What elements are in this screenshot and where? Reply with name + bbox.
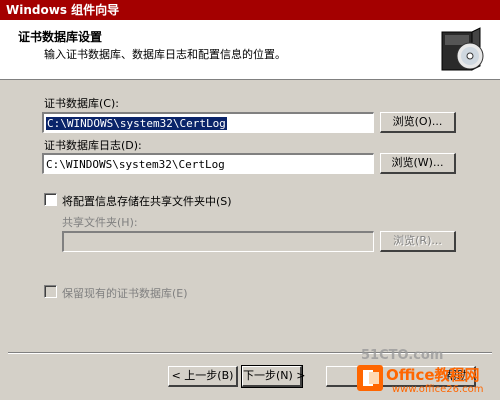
shared-folder-input[interactable] bbox=[62, 231, 374, 252]
log-path-value: C:\WINDOWS\system32\CertLog bbox=[46, 158, 225, 171]
db-path-value: C:\WINDOWS\system32\CertLog bbox=[46, 117, 227, 130]
shared-folder-label: 共享文件夹(H): bbox=[62, 216, 138, 229]
wizard-header: 证书数据库设置 输入证书数据库、数据库日志和配置信息的位置。 bbox=[0, 20, 500, 80]
db-browse-button[interactable]: 浏览(O)... bbox=[380, 112, 456, 133]
preserve-db-checkbox[interactable] bbox=[44, 285, 57, 298]
header-title: 证书数据库设置 bbox=[18, 30, 103, 44]
log-path-input[interactable]: C:\WINDOWS\system32\CertLog bbox=[42, 153, 374, 174]
header-subtitle: 输入证书数据库、数据库日志和配置信息的位置。 bbox=[44, 48, 286, 61]
log-browse-button[interactable]: 浏览(W)... bbox=[380, 153, 456, 174]
watermark-url: www.office26.com bbox=[392, 384, 484, 395]
shared-folder-checkbox[interactable] bbox=[44, 193, 57, 206]
db-path-input[interactable]: C:\WINDOWS\system32\CertLog bbox=[42, 112, 374, 133]
next-button[interactable]: 下一步(N) > bbox=[241, 365, 306, 388]
log-label: 证书数据库日志(D): bbox=[44, 139, 142, 152]
cd-box-icon bbox=[441, 27, 484, 71]
preserve-db-label: 保留现有的证书数据库(E) bbox=[62, 287, 188, 300]
shared-folder-checkbox-label[interactable]: 将配置信息存储在共享文件夹中(S) bbox=[62, 193, 232, 209]
window-title: Windows 组件向导 bbox=[0, 0, 500, 20]
shared-browse-button[interactable]: 浏览(R)... bbox=[380, 231, 456, 252]
back-button[interactable]: < 上一步(B) bbox=[168, 366, 238, 387]
watermark-site: 51CTO.com bbox=[361, 348, 443, 363]
watermark-brand: Office教程网 bbox=[386, 366, 480, 384]
db-label: 证书数据库(C): bbox=[44, 97, 119, 110]
